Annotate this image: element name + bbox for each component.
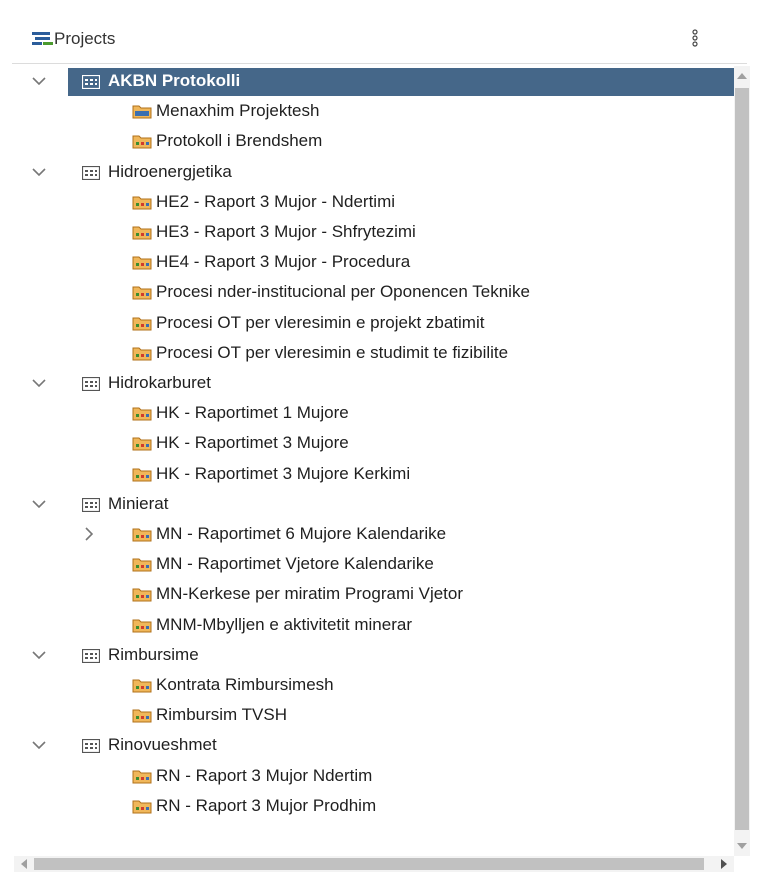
panel-title: Projects (54, 28, 116, 48)
tree-item-label: HK - Raportimet 1 Mujore (156, 403, 349, 423)
horizontal-scroll-thumb[interactable] (34, 858, 704, 870)
chevron-down-icon[interactable] (30, 72, 48, 90)
project-folder-icon (132, 224, 152, 245)
project-folder-icon (132, 345, 152, 366)
tree-project-row[interactable]: HE2 - Raport 3 Mujor - Ndertimi (14, 187, 734, 217)
project-folder-icon (132, 284, 152, 305)
tree-item-label: Protokoll i Brendshem (156, 131, 323, 151)
vertical-scrollbar[interactable] (734, 66, 750, 856)
chevron-down-icon[interactable] (30, 495, 48, 513)
table-icon (81, 74, 101, 94)
tree-item-label: MN - Raportimet 6 Mujore Kalendarike (156, 524, 447, 543)
tree-item-label: HK - Raportimet 3 Mujore (156, 433, 349, 453)
scroll-down-icon[interactable] (734, 838, 750, 854)
tree-item-label: HE2 - Raport 3 Mujor - Ndertimi (156, 191, 396, 211)
tree-item-label: Hidrokarburet (108, 373, 211, 392)
tree-item-label: Procesi OT per vleresimin e projekt zbat… (156, 312, 485, 332)
project-folder-icon (132, 768, 152, 789)
tree-project-row[interactable]: Menaxhim Projektesh (14, 96, 734, 126)
table-icon (81, 497, 101, 517)
tree-project-row[interactable]: MN-Kerkese per miratim Programi Vjetor (14, 579, 734, 609)
table-icon (81, 376, 101, 396)
tree-project-row[interactable]: MN - Raportimet 6 Mujore Kalendarike (14, 519, 734, 549)
tree-item-label: Menaxhim Projektesh (156, 101, 320, 121)
tree-item-label: Rinovueshmet (108, 735, 217, 755)
chevron-down-icon[interactable] (30, 374, 48, 392)
tree-project-row[interactable]: HE3 - Raport 3 Mujor - Shfrytezimi (14, 217, 734, 247)
tree-item-label: Rimbursim TVSH (156, 705, 287, 725)
project-folder-icon (132, 133, 152, 154)
tree-item-label: RN - Raport 3 Mujor Prodhim (156, 795, 377, 815)
tree-project-row[interactable]: Rimbursim TVSH (14, 700, 734, 730)
scroll-left-icon[interactable] (16, 856, 32, 872)
gantt-icon (32, 31, 54, 47)
tree-project-row[interactable]: Procesi OT per vleresimin e studimit te … (14, 338, 734, 368)
horizontal-scrollbar[interactable] (14, 856, 734, 872)
tree-project-row[interactable]: HK - Raportimet 1 Mujore (14, 398, 734, 428)
tree-item-label: RN - Raport 3 Mujor Ndertim (156, 765, 373, 785)
tree-project-row[interactable]: MNM-Mbylljen e aktivitetit minerar (14, 610, 734, 640)
tree-project-row[interactable]: Procesi nder-institucional per Oponencen… (14, 277, 734, 307)
tree-group-row[interactable]: Hidrokarburet (14, 368, 734, 398)
project-folder-icon (132, 435, 152, 456)
tree-project-row[interactable]: HE4 - Raport 3 Mujor - Procedura (14, 247, 734, 277)
tree-item-label: HK - Raportimet 3 Mujore Kerkimi (156, 463, 411, 483)
tree-item-label: MNM-Mbylljen e aktivitetit minerar (156, 614, 412, 634)
project-folder-icon (132, 194, 152, 215)
tree-project-row[interactable]: RN - Raport 3 Mujor Prodhim (14, 791, 734, 821)
more-vertical-icon[interactable] (691, 28, 699, 48)
tree-item-label: Hidroenergjetika (108, 161, 232, 181)
tree-group-row[interactable]: Hidroenergjetika (14, 157, 734, 187)
tree-item-label: Procesi OT per vleresimin e studimit te … (156, 342, 509, 362)
tree-item-label: AKBN Protokolli (108, 71, 241, 90)
project-folder-icon (132, 586, 152, 607)
project-folder-icon (132, 798, 152, 819)
tree-project-row[interactable]: HK - Raportimet 3 Mujore (14, 428, 734, 458)
scroll-up-icon[interactable] (734, 68, 750, 84)
chevron-down-icon[interactable] (30, 736, 48, 754)
tree-group-row[interactable]: Minierat (14, 489, 734, 519)
project-tree: AKBN Protokolli Menaxhim Projektesh Protok… (14, 66, 734, 856)
tree-group-row[interactable]: Rimbursime (14, 640, 734, 670)
tree-item-label: HE4 - Raport 3 Mujor - Procedura (156, 252, 411, 272)
tree-project-row[interactable]: Kontrata Rimbursimesh (14, 670, 734, 700)
table-icon (81, 165, 101, 185)
tree-group-row[interactable]: Rinovueshmet (14, 730, 734, 760)
tree-project-row[interactable]: Protokoll i Brendshem (14, 126, 734, 156)
folder-open-icon (132, 103, 152, 124)
tree-item-label: MN - Raportimet Vjetore Kalendarike (156, 554, 434, 574)
panel-header: Projects (12, 14, 747, 64)
chevron-down-icon[interactable] (30, 646, 48, 664)
project-folder-icon (132, 526, 152, 547)
project-folder-icon (132, 315, 152, 336)
project-folder-icon (132, 707, 152, 728)
table-icon (81, 648, 101, 668)
vertical-scroll-thumb[interactable] (735, 88, 749, 830)
project-folder-icon (132, 254, 152, 275)
tree-item-label: MN-Kerkese per miratim Programi Vjetor (156, 584, 464, 604)
chevron-right-icon[interactable] (80, 525, 98, 543)
projects-panel: Projects AKBN Protokolli Menaxhim Projekt… (0, 0, 757, 874)
project-folder-icon (132, 617, 152, 638)
tree-item-label: Procesi nder-institucional per Oponencen… (156, 282, 530, 302)
tree-project-row[interactable]: Procesi OT per vleresimin e projekt zbat… (14, 308, 734, 338)
project-folder-icon (132, 677, 152, 698)
tree-project-row[interactable]: MN - Raportimet Vjetore Kalendarike (14, 549, 734, 579)
tree-item-label: Rimbursime (108, 644, 199, 664)
tree-group-row[interactable]: AKBN Protokolli (14, 66, 734, 96)
chevron-down-icon[interactable] (30, 163, 48, 181)
tree-item-label: Kontrata Rimbursimesh (156, 675, 334, 694)
tree-project-row[interactable]: RN - Raport 3 Mujor Ndertim (14, 761, 734, 791)
scroll-right-icon[interactable] (716, 856, 732, 872)
project-folder-icon (132, 466, 152, 487)
tree-item-label: HE3 - Raport 3 Mujor - Shfrytezimi (156, 222, 416, 241)
project-folder-icon (132, 405, 152, 426)
project-folder-icon (132, 556, 152, 577)
table-icon (81, 738, 101, 758)
tree-item-label: Minierat (108, 493, 169, 513)
tree-project-row[interactable]: HK - Raportimet 3 Mujore Kerkimi (14, 459, 734, 489)
